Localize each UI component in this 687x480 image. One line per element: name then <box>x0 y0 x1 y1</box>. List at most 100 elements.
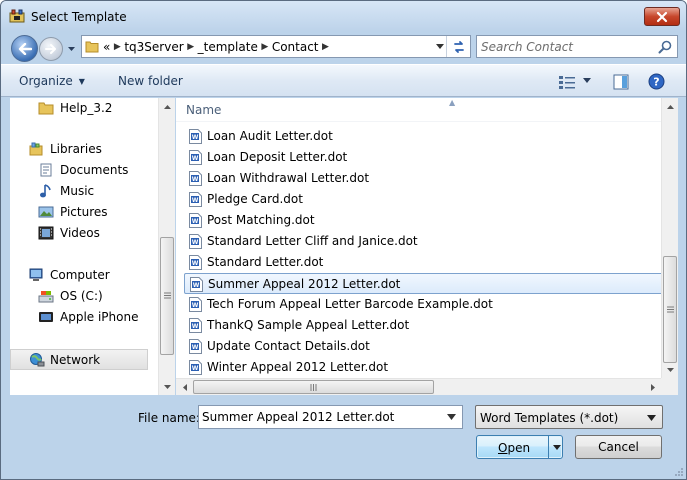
breadcrumb-separator-icon[interactable]: ▶ <box>184 42 198 52</box>
folder-icon <box>38 102 54 115</box>
chevron-down-icon[interactable] <box>447 414 456 421</box>
word-template-icon: W <box>189 213 202 228</box>
navigation-pane: Help_3.2 Libraries Documents Music Pictu… <box>10 98 175 395</box>
nav-item-help-3-2[interactable]: Help_3.2 <box>10 98 150 119</box>
nav-item-label: Videos <box>60 226 100 240</box>
nav-item-os-c[interactable]: OS (C:) <box>10 286 150 307</box>
scroll-up-icon[interactable] <box>662 98 679 115</box>
organize-label: Organize <box>19 74 73 88</box>
search-box[interactable] <box>476 35 678 58</box>
file-name-label: File name: <box>138 411 200 425</box>
nav-item-documents[interactable]: Documents <box>10 160 150 181</box>
breadcrumb-separator-icon[interactable]: ▶ <box>110 42 124 52</box>
scroll-down-icon[interactable] <box>159 378 176 395</box>
breadcrumb-contact[interactable]: Contact <box>272 40 319 54</box>
resize-grip-icon[interactable] <box>674 467 684 477</box>
file-name: Update Contact Details.dot <box>207 339 370 353</box>
word-template-icon: W <box>189 234 202 249</box>
file-name: Pledge Card.dot <box>207 192 303 206</box>
videos-icon <box>38 226 54 240</box>
organize-button[interactable]: Organize ▼ <box>19 74 85 88</box>
network-icon <box>30 353 45 367</box>
nav-item-label: Help_3.2 <box>60 101 113 115</box>
change-view-icon[interactable] <box>558 74 578 90</box>
file-item[interactable]: W Loan Withdrawal Letter.dot <box>184 168 665 189</box>
word-template-icon: W <box>189 297 202 312</box>
select-template-dialog: Select Template « ▶ tq3Server ▶ _templat… <box>0 0 687 480</box>
word-template-icon: W <box>189 339 202 354</box>
refresh-button[interactable] <box>446 36 470 57</box>
preview-pane-icon[interactable] <box>613 74 629 90</box>
scroll-right-icon[interactable] <box>644 379 661 396</box>
file-name-input[interactable] <box>202 409 427 425</box>
file-name: Tech Forum Appeal Letter Barcode Example… <box>207 297 493 311</box>
application-icon <box>9 9 25 23</box>
search-input[interactable] <box>481 39 651 55</box>
file-item[interactable]: W Summer Appeal 2012 Letter.dot <box>184 273 665 294</box>
nav-item-label: OS (C:) <box>60 289 103 303</box>
recent-pages-dropdown-icon[interactable] <box>67 44 76 53</box>
nav-item-music[interactable]: Music <box>10 181 150 202</box>
nav-scrollbar[interactable] <box>158 98 175 395</box>
scroll-up-icon[interactable] <box>159 98 176 115</box>
file-type-value: Word Templates (*.dot) <box>480 411 619 425</box>
new-folder-button[interactable]: New folder <box>118 74 183 88</box>
open-button[interactable]: Open <box>476 435 563 459</box>
breadcrumb-overflow[interactable]: « <box>103 40 110 54</box>
refresh-icon <box>453 40 464 53</box>
title-bar: Select Template <box>1 1 686 31</box>
scroll-left-icon[interactable] <box>176 379 193 396</box>
file-list-vertical-scrollbar[interactable] <box>661 98 678 378</box>
file-item[interactable]: W Standard Letter Cliff and Janice.dot <box>184 231 665 252</box>
file-item[interactable]: W Loan Deposit Letter.dot <box>184 147 665 168</box>
file-item[interactable]: W Tech Forum Appeal Letter Barcode Exampl… <box>184 294 665 315</box>
nav-item-pictures[interactable]: Pictures <box>10 202 150 223</box>
sort-ascending-icon: ▲ <box>449 98 456 107</box>
cancel-button[interactable]: Cancel <box>575 435 662 459</box>
nav-item-computer[interactable]: Computer <box>10 265 150 286</box>
drive-icon <box>38 291 54 303</box>
chevron-down-icon <box>647 415 656 421</box>
help-icon[interactable]: ? <box>648 73 665 90</box>
breadcrumb-tq3server[interactable]: tq3Server <box>124 40 183 54</box>
open-options-dropdown-icon[interactable] <box>553 445 561 451</box>
scroll-thumb[interactable] <box>193 380 434 394</box>
file-item[interactable]: W Update Contact Details.dot <box>184 336 665 357</box>
scroll-thumb[interactable] <box>663 256 677 363</box>
breadcrumb-template[interactable]: _template <box>198 40 258 54</box>
scroll-down-icon[interactable] <box>662 361 679 378</box>
address-row: « ▶ tq3Server ▶ _template ▶ Contact ▶ <box>1 31 686 63</box>
svg-text:W: W <box>192 155 199 162</box>
svg-text:W: W <box>192 239 199 246</box>
file-name: Standard Letter Cliff and Janice.dot <box>207 234 418 248</box>
file-item[interactable]: W Standard Letter.dot <box>184 252 665 273</box>
forward-button[interactable] <box>39 37 63 61</box>
file-list-horizontal-scrollbar[interactable] <box>176 378 661 395</box>
file-item[interactable]: W ThankQ Sample Appeal Letter.dot <box>184 315 665 336</box>
file-item[interactable]: W Winter Appeal 2012 Letter.dot <box>184 357 665 378</box>
file-name-combobox[interactable] <box>198 405 463 429</box>
breadcrumb-separator-icon[interactable]: ▶ <box>319 42 333 52</box>
nav-item-apple-iphone[interactable]: Apple iPhone <box>10 307 150 328</box>
file-type-select[interactable]: Word Templates (*.dot) <box>475 405 663 429</box>
nav-item-libraries[interactable]: Libraries <box>10 139 150 160</box>
scroll-thumb[interactable] <box>160 237 174 355</box>
file-item[interactable]: W Pledge Card.dot <box>184 189 665 210</box>
address-dropdown-icon[interactable] <box>436 44 444 50</box>
split-divider <box>548 436 549 458</box>
file-name: Loan Withdrawal Letter.dot <box>207 171 370 185</box>
close-button[interactable] <box>644 7 680 26</box>
word-template-icon: W <box>189 255 202 270</box>
address-bar[interactable]: « ▶ tq3Server ▶ _template ▶ Contact ▶ <box>81 35 471 58</box>
search-icon[interactable] <box>658 40 672 54</box>
nav-item-network[interactable]: Network <box>10 349 148 370</box>
nav-item-label: Music <box>60 184 95 198</box>
nav-item-videos[interactable]: Videos <box>10 223 150 244</box>
breadcrumb-separator-icon[interactable]: ▶ <box>258 42 272 52</box>
file-item[interactable]: W Post Matching.dot <box>184 210 665 231</box>
word-template-icon: W <box>189 171 202 186</box>
back-button[interactable] <box>11 35 38 62</box>
column-header-name[interactable]: Name <box>186 103 221 117</box>
file-item[interactable]: W Loan Audit Letter.dot <box>184 126 665 147</box>
views-dropdown-icon[interactable] <box>583 78 591 84</box>
